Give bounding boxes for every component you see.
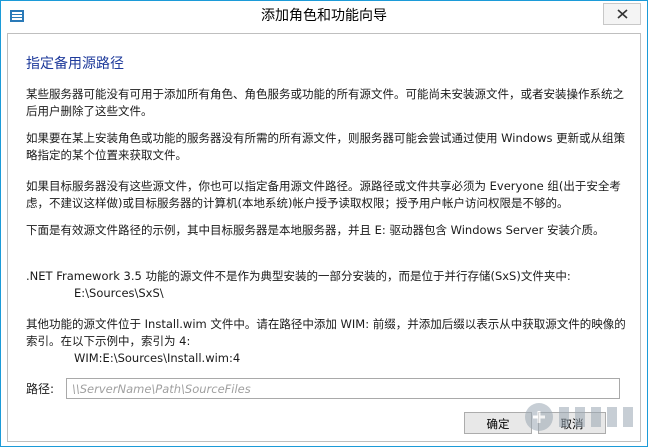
close-button[interactable] [603,3,641,25]
wizard-window: 添加角色和功能向导 指定备用源路径 某些服务器可能没有可用于添加所有角色、角色服… [0,0,648,447]
window-title: 添加角色和功能向导 [261,8,387,24]
paragraph-alternate-path: 如果目标服务器没有这些源文件，你也可以指定备用源文件路径。源路径或文件共享必须为… [26,179,621,210]
example-sxs-path: E:\Sources\SxS\ [74,286,164,300]
paragraph-missing-sources: 某些服务器可能没有可用于添加所有角色、角色服务或功能的所有源文件。可能尚未安装源… [26,87,624,118]
path-label: 路径: [26,382,55,396]
paragraph-netfx: .NET Framework 3.5 功能的源文件不是作为典型安装的一部分安装的… [26,269,571,283]
page-heading: 指定备用源路径 [26,56,124,72]
system-watermark-icon [525,403,633,431]
example-wim-path: WIM:E:\Sources\Install.wim:4 [74,351,241,365]
title-bar: 添加角色和功能向导 [1,1,647,33]
paragraph-example-intro: 下面是有效源文件路径的示例，其中目标服务器是本地服务器，并且 E: 驱动器包含 … [26,223,605,237]
paragraph-wim: 其他功能的源文件位于 Install.wim 文件中。请在路径中添加 WIM: … [26,317,626,348]
close-icon [617,9,628,19]
wizard-content: 指定备用源路径 某些服务器可能没有可用于添加所有角色、角色服务或功能的所有源文件… [7,33,641,442]
paragraph-windows-update: 如果要在某上安装角色或功能的服务器没有所需的所有源文件，则服务器可能会尝试通过使… [26,131,626,162]
